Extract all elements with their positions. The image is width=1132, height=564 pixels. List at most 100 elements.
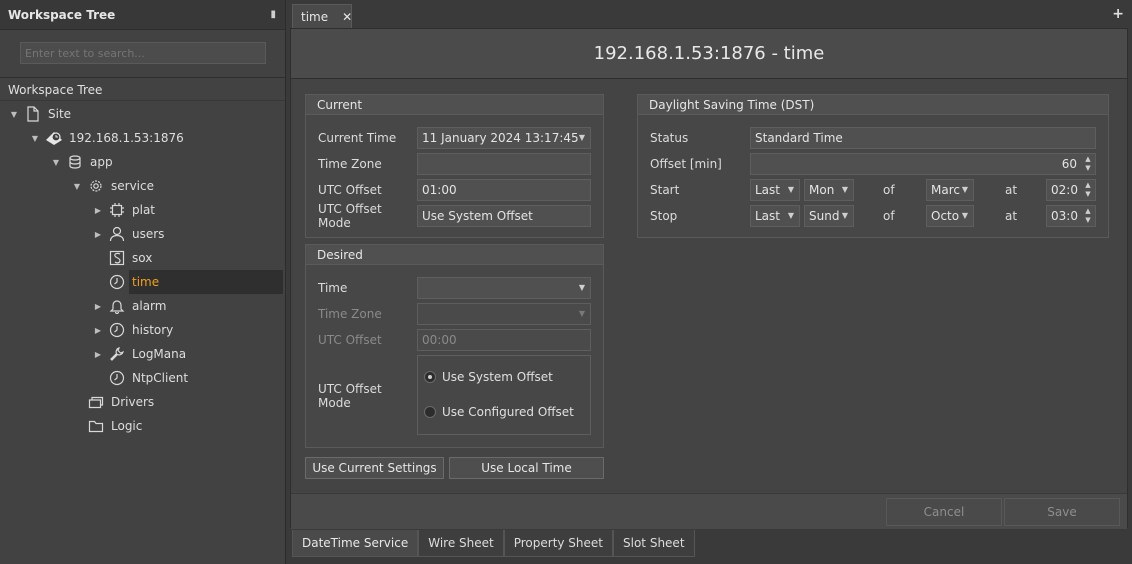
radio-unselected-icon	[424, 406, 436, 418]
desired-time-zone-select[interactable]: ▼	[417, 303, 591, 325]
current-group: Current Current Time 11 January 2024 13:…	[305, 94, 604, 238]
dst-stop-label: Stop	[650, 209, 678, 223]
tree-node-label: Logic	[111, 419, 143, 433]
tab-datetime-service[interactable]: DateTime Service	[292, 530, 419, 557]
dst-start-label: Start	[650, 183, 680, 197]
dropdown-arrow-icon: ▼	[841, 185, 848, 194]
time-zone-field[interactable]	[417, 153, 591, 175]
of-label: of	[883, 183, 895, 197]
spinner-arrows-icon[interactable]: ▲ ▼	[1083, 155, 1093, 173]
dst-stop-day-select[interactable]: Sund ▼	[804, 205, 854, 227]
dst-stop-month-select[interactable]: Octo ▼	[926, 205, 974, 227]
tree-node-label: LogMana	[132, 347, 187, 361]
dropdown-arrow-icon: ▼	[578, 309, 585, 318]
radio-use-system-offset[interactable]: Use System Offset	[424, 370, 553, 384]
at-label: at	[1005, 183, 1018, 197]
tree: ▼ Site ▼ 192.168.1.53:1876 ▼ app ▼ servi…	[0, 102, 285, 438]
wrench-icon	[108, 345, 126, 363]
tree-node-alarm[interactable]: ▶ alarm	[0, 294, 285, 318]
database-icon	[66, 153, 84, 171]
search-input[interactable]	[20, 42, 266, 64]
action-footer: Cancel Save	[291, 493, 1127, 529]
folder-icon	[87, 417, 105, 435]
current-time-label: Current Time	[318, 131, 397, 145]
save-button[interactable]: Save	[1004, 498, 1120, 526]
tree-node-label: alarm	[132, 299, 167, 313]
device-icon	[45, 129, 63, 147]
dst-status-field[interactable]: Standard Time	[750, 127, 1096, 149]
group-title: Desired	[306, 245, 603, 265]
desired-time-select[interactable]: ▼	[417, 277, 591, 299]
expand-toggle-icon[interactable]: ▶	[92, 206, 104, 215]
cancel-button[interactable]: Cancel	[886, 498, 1002, 526]
tab-property-sheet[interactable]: Property Sheet	[503, 530, 614, 557]
tree-node-time[interactable]: time	[0, 270, 285, 294]
tree-node-logmana[interactable]: ▶ LogMana	[0, 342, 285, 366]
expand-toggle-icon[interactable]: ▶	[92, 326, 104, 335]
tree-node-plat[interactable]: ▶ plat	[0, 198, 285, 222]
expand-toggle-icon[interactable]: ▶	[92, 302, 104, 311]
tab-wire-sheet[interactable]: Wire Sheet	[418, 530, 504, 557]
tree-node-history[interactable]: ▶ history	[0, 318, 285, 342]
current-time-field[interactable]: 11 January 2024 13:17:45 ▼	[417, 127, 591, 149]
tab-time[interactable]: time ✕	[292, 4, 352, 28]
dst-stop-time-field[interactable]: 03:0 ▲ ▼	[1046, 205, 1096, 227]
spinner-arrows-icon[interactable]: ▲ ▼	[1083, 207, 1093, 225]
tree-node-site[interactable]: ▼ Site	[0, 102, 285, 126]
tree-node-label: app	[90, 155, 113, 169]
radio-use-configured-offset[interactable]: Use Configured Offset	[424, 405, 574, 419]
dst-offset-label: Offset [min]	[650, 157, 722, 171]
dst-start-month-select[interactable]: Marc ▼	[926, 179, 974, 201]
dst-start-week-select[interactable]: Last ▼	[750, 179, 800, 201]
tree-node-drivers[interactable]: Drivers	[0, 390, 285, 414]
expand-toggle-icon[interactable]: ▼	[8, 110, 20, 119]
tree-node-label: plat	[132, 203, 156, 217]
workspace-tree-panel: Workspace Tree ▮ Workspace Tree ▼ Site ▼…	[0, 0, 286, 564]
expand-toggle-icon[interactable]: ▼	[29, 134, 41, 143]
desired-time-label: Time	[318, 281, 348, 295]
dst-start-time-field[interactable]: 02:0 ▲ ▼	[1046, 179, 1096, 201]
desired-utc-offset-mode-label: UTC Offset Mode	[318, 382, 382, 410]
tab-label: time	[301, 9, 329, 24]
tree-node-logic[interactable]: Logic	[0, 414, 285, 438]
tree-node-sox[interactable]: sox	[0, 246, 285, 270]
view-tabs: DateTime Service Wire Sheet Property She…	[292, 530, 695, 557]
expand-toggle-icon[interactable]: ▶	[92, 230, 104, 239]
dropdown-arrow-icon: ▼	[841, 211, 848, 220]
tab-slot-sheet[interactable]: Slot Sheet	[613, 530, 695, 557]
dropdown-arrow-icon: ▼	[961, 185, 968, 194]
search-area	[0, 30, 285, 78]
tree-node-app[interactable]: ▼ app	[0, 150, 285, 174]
tree-node-device[interactable]: ▼ 192.168.1.53:1876	[0, 126, 285, 150]
utc-offset-mode-field[interactable]: Use System Offset	[417, 205, 591, 227]
desired-utc-offset-field[interactable]: 00:00	[417, 329, 591, 351]
spinner-arrows-icon[interactable]: ▲ ▼	[1083, 181, 1093, 199]
utc-offset-field[interactable]: 01:00	[417, 179, 591, 201]
tree-node-users[interactable]: ▶ users	[0, 222, 285, 246]
use-local-time-button[interactable]: Use Local Time	[449, 457, 604, 479]
radio-selected-icon	[424, 371, 436, 383]
dropdown-arrow-icon: ▼	[578, 283, 585, 292]
tree-node-ntpclient[interactable]: NtpClient	[0, 366, 285, 390]
tree-title: Workspace Tree	[0, 79, 285, 101]
sox-icon	[108, 249, 126, 267]
close-icon[interactable]: ✕	[342, 10, 352, 24]
expand-toggle-icon[interactable]: ▶	[92, 350, 104, 359]
dst-start-day-select[interactable]: Mon ▼	[804, 179, 854, 201]
tree-node-service[interactable]: ▼ service	[0, 174, 285, 198]
editor-tab-bar: time ✕ +	[290, 4, 1132, 28]
dst-stop-week-select[interactable]: Last ▼	[750, 205, 800, 227]
tree-node-label: Site	[48, 107, 72, 121]
dropdown-arrow-icon: ▼	[787, 211, 794, 220]
offset-mode-radio-group: Use System Offset Use Configured Offset	[417, 355, 591, 435]
desired-time-zone-label: Time Zone	[318, 307, 382, 321]
use-current-settings-button[interactable]: Use Current Settings	[305, 457, 444, 479]
history-icon	[108, 321, 126, 339]
dst-offset-field[interactable]: 60 ▲ ▼	[750, 153, 1096, 175]
pin-icon[interactable]: ▮	[270, 9, 276, 20]
dropdown-arrow-icon: ▼	[578, 133, 585, 142]
add-tab-icon[interactable]: +	[1112, 6, 1124, 22]
tree-node-label: 192.168.1.53:1876	[69, 131, 184, 145]
expand-toggle-icon[interactable]: ▼	[50, 158, 62, 167]
expand-toggle-icon[interactable]: ▼	[71, 182, 83, 191]
